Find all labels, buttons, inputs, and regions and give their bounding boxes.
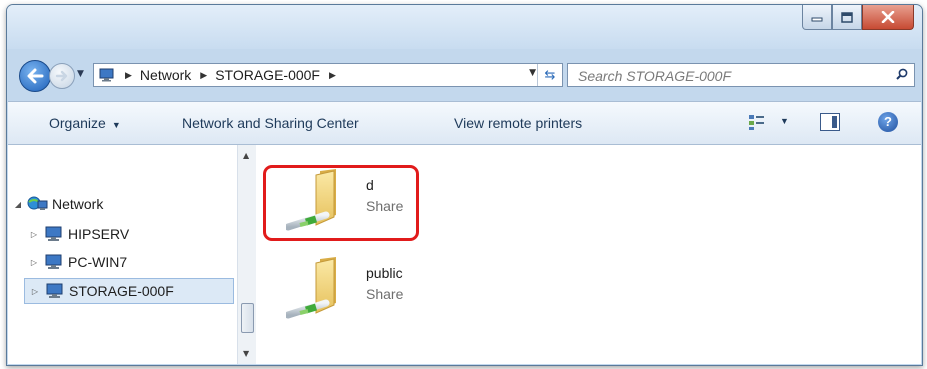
search-box[interactable]	[567, 63, 915, 87]
expand-arrow-icon[interactable]: ▷	[28, 258, 40, 267]
breadcrumb: ▶ Network ▶ STORAGE-000F ▶	[116, 67, 344, 83]
tree-label-storage-000f: STORAGE-000F	[69, 283, 174, 299]
forward-button[interactable]	[49, 63, 75, 89]
address-dropdown-icon[interactable]: ▼	[529, 68, 536, 78]
tree-item-pc-win7[interactable]: ▷ PC-WIN7	[28, 249, 127, 275]
back-button[interactable]	[19, 60, 51, 92]
breadcrumb-network[interactable]: Network	[140, 67, 191, 83]
share-name: public	[366, 265, 403, 281]
tree-item-hipserv[interactable]: ▷ HIPSERV	[28, 221, 129, 247]
scroll-down-icon[interactable]: ▼	[243, 349, 249, 358]
breadcrumb-chevron-icon[interactable]: ▶	[200, 70, 207, 81]
file-list-area: d Share public Share	[256, 145, 921, 364]
minimize-icon	[811, 17, 823, 22]
computer-icon	[46, 283, 63, 298]
command-toolbar: Organize ▼ Network and Sharing Center Vie…	[8, 101, 921, 145]
recent-pages-dropdown[interactable]: ▼	[77, 69, 84, 79]
maximize-icon	[841, 11, 853, 23]
search-input[interactable]	[576, 65, 880, 87]
view-remote-printers-button[interactable]: View remote printers	[454, 115, 582, 131]
back-arrow-icon	[27, 68, 44, 84]
explorer-window: ▼ ▶ Network ▶ STORAGE-000F ▶ ▼ ⇆ Organiz…	[6, 4, 923, 366]
share-type: Share	[366, 198, 404, 214]
organize-label: Organize	[49, 115, 106, 131]
refresh-icon: ⇆	[544, 67, 556, 83]
tree-label-pc-win7: PC-WIN7	[68, 254, 128, 270]
breadcrumb-chevron-icon[interactable]: ▶	[329, 70, 336, 81]
chevron-down-icon: ▼	[111, 120, 121, 130]
expand-arrow-icon[interactable]: ▷	[28, 230, 40, 239]
navigation-scrollbar[interactable]: ▲ ▼	[237, 145, 256, 364]
help-icon[interactable]: ?	[878, 112, 898, 132]
tree-item-network[interactable]: ◢ Network	[12, 191, 103, 217]
view-options-dropdown-icon[interactable]: ▼	[780, 116, 789, 126]
change-view-icon[interactable]	[748, 113, 766, 131]
scroll-up-icon[interactable]: ▲	[243, 151, 249, 160]
address-bar-row: ▼ ▶ Network ▶ STORAGE-000F ▶ ▼ ⇆	[7, 55, 922, 95]
share-item-public[interactable]: public Share	[286, 255, 486, 335]
close-icon	[881, 11, 895, 23]
title-bar	[7, 5, 922, 49]
preview-pane-icon[interactable]	[820, 113, 840, 131]
breadcrumb-chevron-icon[interactable]: ▶	[125, 70, 132, 81]
network-share-folder-icon	[286, 257, 336, 319]
tree-label-network: Network	[52, 196, 104, 212]
computer-icon	[45, 254, 62, 269]
network-sharing-center-button[interactable]: Network and Sharing Center	[182, 115, 359, 131]
refresh-button[interactable]: ⇆	[537, 64, 562, 86]
expand-arrow-icon[interactable]: ▷	[29, 287, 41, 296]
network-icon	[27, 196, 48, 210]
share-name: d	[366, 177, 374, 193]
navigation-pane: ◢ Network ▷ HIPSERV ▷ PC-WIN7 ▷ STORAGE-…	[8, 145, 239, 364]
forward-arrow-icon	[55, 70, 68, 82]
breadcrumb-storage-000f[interactable]: STORAGE-000F	[215, 67, 320, 83]
network-share-folder-icon	[286, 169, 336, 231]
computer-icon	[45, 226, 62, 241]
tree-item-storage-000f[interactable]: ▷ STORAGE-000F	[24, 278, 234, 304]
share-item-d[interactable]: d Share	[286, 167, 486, 247]
tree-label-hipserv: HIPSERV	[68, 226, 130, 242]
address-box[interactable]: ▶ Network ▶ STORAGE-000F ▶ ▼ ⇆	[93, 63, 563, 87]
search-icon[interactable]	[896, 68, 908, 80]
scrollbar-thumb[interactable]	[241, 303, 254, 333]
minimize-button[interactable]	[802, 5, 832, 30]
close-button[interactable]	[862, 5, 914, 30]
share-type: Share	[366, 286, 404, 302]
computer-icon	[99, 68, 114, 82]
collapse-arrow-icon[interactable]: ◢	[12, 200, 24, 209]
organize-button[interactable]: Organize ▼	[49, 115, 121, 131]
maximize-button[interactable]	[832, 5, 862, 30]
